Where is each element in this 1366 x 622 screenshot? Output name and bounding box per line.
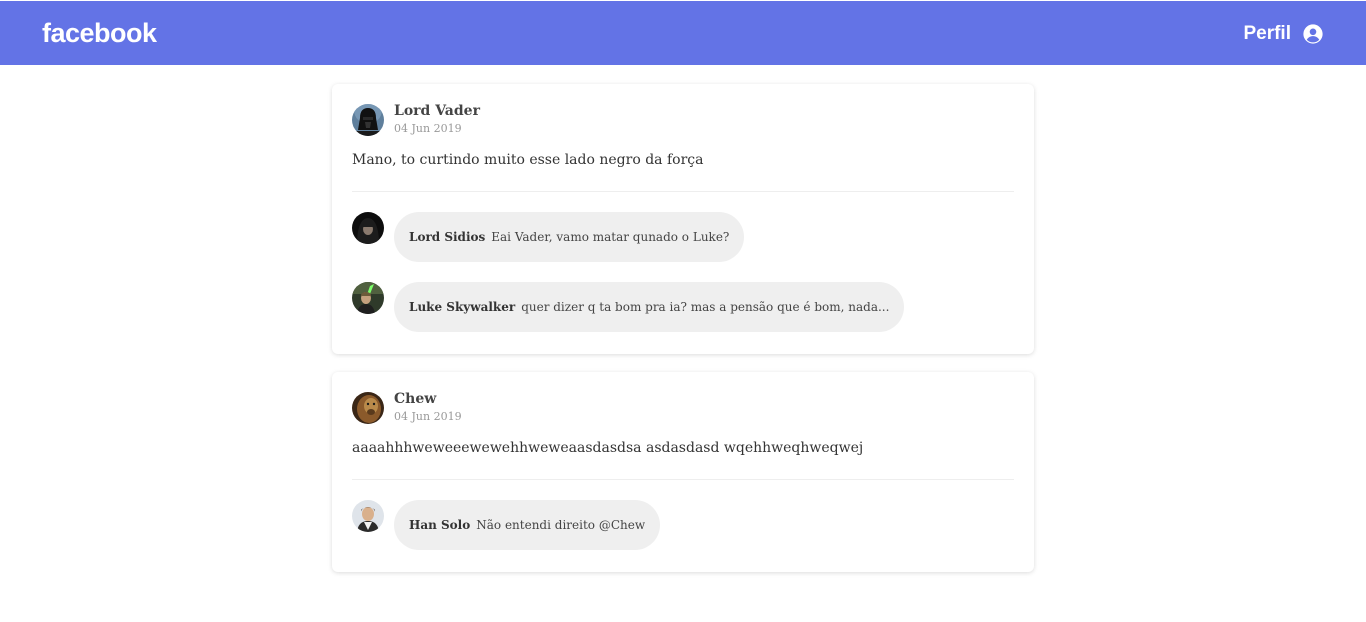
post-card: Lord Vader 04 Jun 2019 Mano, to curtindo… (332, 84, 1034, 354)
comment-list: Han Solo Não entendi direito @Chew (352, 480, 1014, 550)
comment-bubble: Luke Skywalker quer dizer q ta bom pra i… (394, 282, 905, 332)
comment: Han Solo Não entendi direito @Chew (352, 500, 1014, 550)
comment-text: quer dizer q ta bom pra ia? mas a pensão… (521, 300, 890, 314)
author-block: Lord Vader 04 Jun 2019 (394, 103, 480, 136)
comment-bubble: Lord Sidios Eai Vader, vamo matar qunado… (394, 212, 745, 262)
post-date: 04 Jun 2019 (394, 410, 462, 423)
avatar[interactable] (352, 212, 384, 244)
comment-text: Eai Vader, vamo matar qunado o Luke? (491, 230, 730, 244)
comment-author[interactable]: Lord Sidios (409, 230, 485, 244)
comment-text: Não entendi direito @Chew (476, 518, 646, 532)
post-card: Chew 04 Jun 2019 aaaahhhweweeewewehhwewe… (332, 372, 1034, 572)
post-author[interactable]: Chew (394, 391, 462, 408)
avatar[interactable] (352, 282, 384, 314)
post-date: 04 Jun 2019 (394, 122, 462, 135)
post-header: Lord Vader 04 Jun 2019 (352, 103, 1014, 137)
comment-list: Lord Sidios Eai Vader, vamo matar qunado… (352, 192, 1014, 332)
comment-author[interactable]: Han Solo (409, 518, 470, 532)
user-circle-icon[interactable] (1302, 23, 1324, 45)
avatar[interactable] (352, 392, 384, 424)
post-content: aaaahhhweweeewewehhweweaasdasdsa asdasda… (352, 439, 1014, 480)
post-content: Mano, to curtindo muito esse lado negro … (352, 151, 1014, 192)
comment-bubble: Han Solo Não entendi direito @Chew (394, 500, 661, 550)
comment-author[interactable]: Luke Skywalker (409, 300, 515, 314)
profile-link[interactable]: Perfil (1243, 21, 1324, 47)
profile-label[interactable]: Perfil (1243, 23, 1291, 45)
avatar[interactable] (352, 500, 384, 532)
facebook-logo[interactable]: facebook (42, 17, 157, 49)
post-author[interactable]: Lord Vader (394, 103, 480, 120)
comment: Luke Skywalker quer dizer q ta bom pra i… (352, 282, 1014, 332)
top-navbar: facebook Perfil (0, 0, 1366, 65)
author-block: Chew 04 Jun 2019 (394, 391, 462, 424)
post-header: Chew 04 Jun 2019 (352, 391, 1014, 425)
avatar[interactable] (352, 104, 384, 136)
comment: Lord Sidios Eai Vader, vamo matar qunado… (352, 212, 1014, 262)
